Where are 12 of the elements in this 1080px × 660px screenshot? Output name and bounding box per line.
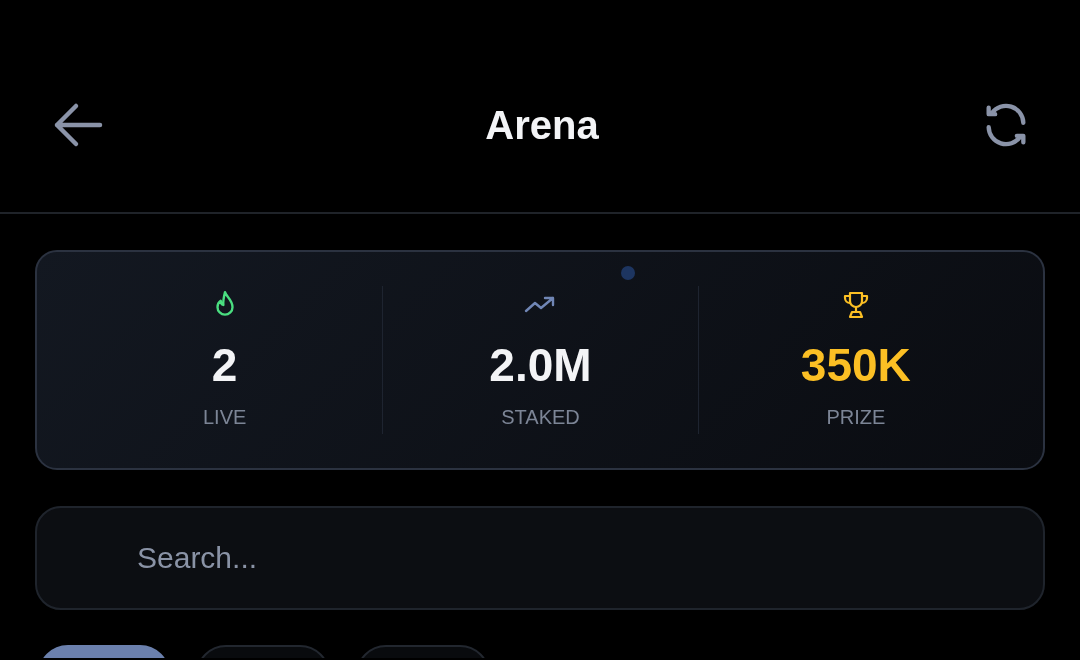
page-title: Arena	[485, 102, 599, 148]
stat-value: 2	[211, 338, 238, 392]
stat-label: PRIZE	[826, 406, 886, 429]
stat-label: STAKED	[501, 406, 580, 429]
search-field[interactable]: Search...	[35, 506, 1045, 610]
trending-up-icon	[524, 295, 557, 315]
indicator-dot	[621, 266, 635, 280]
back-arrow-icon	[52, 102, 104, 148]
back-button[interactable]	[52, 102, 104, 148]
stat-value: 2.0M	[489, 338, 592, 392]
stat-value: 350K	[800, 338, 911, 392]
stat-label: LIVE	[203, 406, 247, 429]
